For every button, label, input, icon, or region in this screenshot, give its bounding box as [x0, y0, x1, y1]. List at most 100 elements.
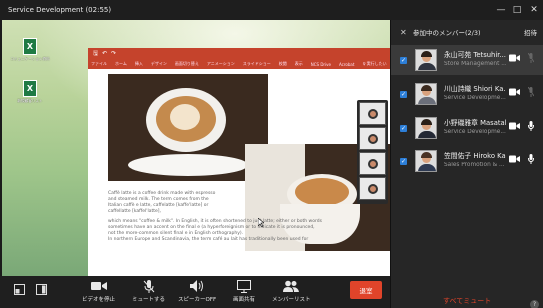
avatar [415, 49, 437, 71]
save-icon[interactable]: 🖫 [93, 49, 98, 59]
microphone-off-icon[interactable] [528, 53, 534, 63]
ribbon-tab[interactable]: NCS Drive [311, 62, 331, 67]
participant-tile[interactable] [359, 177, 386, 200]
screen-share-button[interactable]: 画面共有 [233, 279, 255, 303]
speaker-off-label: スピーカーOFF [178, 297, 217, 303]
ribbon-tab[interactable]: スライドショー [243, 61, 271, 67]
redo-icon[interactable]: ↷ [111, 50, 116, 57]
mute-label: ミュートする [132, 297, 166, 303]
screen-share-label: 画面共有 [233, 297, 256, 303]
avatar [367, 158, 378, 169]
participant-department: Service Developme... [444, 95, 506, 101]
layout-single-button[interactable] [14, 284, 25, 295]
microphone-off-icon [143, 279, 154, 293]
monitor-icon [237, 279, 251, 293]
layout-icon [14, 284, 25, 295]
video-camera-icon[interactable] [509, 122, 520, 130]
participant-name: 笠間佑子 Hiroko Kas... [444, 152, 506, 160]
participant-row[interactable]: ✓ 永山可苑 Tetsuhir... Store Management ... [391, 45, 543, 75]
slide-canvas: Caffè latte is a coffee drink made with … [88, 69, 390, 276]
avatar [415, 150, 437, 172]
video-camera-icon[interactable] [509, 54, 520, 62]
participant-department: Store Management ... [444, 61, 506, 67]
excel-file-icon: X [23, 38, 37, 55]
avatar [415, 83, 437, 105]
participant-name: 小野磯雅章 Masatak... [444, 119, 506, 127]
minimize-button[interactable]: — [493, 0, 509, 20]
ribbon-tab[interactable]: 表示 [295, 61, 303, 67]
stop-video-button[interactable]: ビデオを停止 [82, 279, 115, 303]
participant-checkbox[interactable]: ✓ [400, 90, 407, 98]
participant-department: Sales Promotion & ... [444, 162, 505, 168]
participant-row[interactable]: ✓ 小野磯雅章 Masatak... Service Developme... [391, 113, 543, 143]
slide-body-text: Caffè latte is a coffee drink made with … [108, 191, 308, 215]
ribbon-tab[interactable]: デザイン [151, 61, 167, 67]
slide-text-line: caffellatte [kaffel'latte], [108, 209, 161, 214]
avatar [415, 117, 437, 139]
meeting-controls: ビデオを停止 ミュートする スピーカーOFF 画面共有 メンバーリスト 退室 [0, 276, 390, 308]
ribbon-tabs: ファイル ホーム 挿入 デザイン 画面切り替え アニメーション スライドショー … [88, 59, 390, 69]
speaker-icon [189, 280, 203, 292]
quick-access-toolbar: 🖫 ↶ ↷ [88, 48, 390, 59]
desktop-icon-label: コミュニケーション資料 [10, 57, 50, 61]
people-icon [283, 280, 300, 292]
participant-row[interactable]: ✓ 笠間佑子 Hiroko Kas... Sales Promotion & .… [391, 146, 543, 176]
window-titlebar: Service Development (02:55) — □ ✕ [0, 0, 543, 20]
ribbon-tab[interactable]: ファイル [91, 61, 107, 67]
maximize-button[interactable]: □ [509, 0, 525, 20]
panel-title: 参加中のメンバー(2/3) [413, 29, 481, 37]
participant-tile[interactable] [359, 102, 386, 125]
shared-screen: X コミュニケーション資料 X 新規顧客リスト 🖫 ↶ ↷ ファイル ホーム 挿… [2, 20, 390, 276]
desktop-icon-label: 新規顧客リスト [17, 99, 43, 103]
mute-all-button[interactable]: すべてミュート [443, 296, 491, 306]
ribbon-tab[interactable]: 校閲 [279, 61, 287, 67]
video-camera-icon[interactable] [509, 88, 520, 96]
avatar [367, 183, 378, 194]
member-list-button[interactable]: メンバーリスト [272, 279, 311, 303]
split-view-icon [36, 284, 47, 295]
video-camera-icon[interactable] [509, 155, 520, 163]
ribbon-tab[interactable]: Acrobat [339, 62, 354, 67]
speaker-off-button[interactable]: スピーカーOFF [178, 279, 216, 303]
microphone-icon[interactable] [528, 121, 534, 131]
cursor-icon [258, 218, 264, 227]
ribbon-tab[interactable]: 挿入 [135, 61, 143, 67]
avatar [367, 133, 378, 144]
close-window-button[interactable]: ✕ [526, 0, 542, 20]
ribbon-tab[interactable]: 画面切り替え [175, 61, 199, 67]
desktop-icon-file2[interactable]: X 新規顧客リスト [10, 80, 50, 104]
participant-tile[interactable] [359, 152, 386, 175]
microphone-off-icon[interactable] [528, 87, 534, 97]
excel-file-icon: X [23, 80, 37, 97]
participant-tile-strip [357, 100, 388, 204]
participant-row[interactable]: ✓ 川山詩織 Shiori Ka... Service Developme... [391, 79, 543, 109]
participant-tile[interactable] [359, 127, 386, 150]
participant-checkbox[interactable]: ✓ [400, 124, 407, 132]
stop-video-label: ビデオを停止 [82, 297, 116, 303]
help-icon[interactable]: ? [530, 300, 539, 308]
desktop-icon-file1[interactable]: X コミュニケーション資料 [10, 38, 50, 62]
window-title: Service Development (02:55) [8, 6, 112, 14]
ribbon-tab[interactable]: アニメーション [207, 61, 235, 67]
microphone-icon[interactable] [528, 154, 534, 164]
participant-department: Service Developme... [444, 129, 506, 135]
close-panel-icon[interactable]: ✕ [400, 28, 407, 37]
slide-text-line: In northern Europe and Scandinavia, the … [108, 237, 309, 242]
participant-checkbox[interactable]: ✓ [400, 157, 407, 165]
slide-body-text-2: which means "coffee & milk". In English,… [108, 219, 378, 243]
exit-meeting-button[interactable]: 退室 [350, 281, 382, 299]
ribbon-tab[interactable]: ホーム [115, 61, 127, 67]
invite-button[interactable]: 招待 [524, 27, 537, 37]
latte-art-photo [108, 74, 268, 181]
panel-header: ✕ 参加中のメンバー(2/3) 招待 [391, 20, 543, 44]
video-camera-icon [90, 282, 107, 290]
member-list-label: メンバーリスト [272, 297, 311, 303]
ribbon-tab[interactable]: ♀ 実行したい [362, 61, 386, 67]
mute-button[interactable]: ミュートする [132, 279, 165, 303]
presentation-window: 🖫 ↶ ↷ ファイル ホーム 挿入 デザイン 画面切り替え アニメーション スラ… [88, 48, 390, 276]
participant-name: 永山可苑 Tetsuhir... [444, 51, 506, 59]
layout-split-button[interactable] [36, 284, 47, 295]
participant-checkbox[interactable]: ✓ [400, 56, 407, 64]
participants-panel: ✕ 参加中のメンバー(2/3) 招待 ✓ 永山可苑 Tetsuhir... St… [390, 20, 543, 308]
undo-icon[interactable]: ↶ [102, 50, 107, 57]
